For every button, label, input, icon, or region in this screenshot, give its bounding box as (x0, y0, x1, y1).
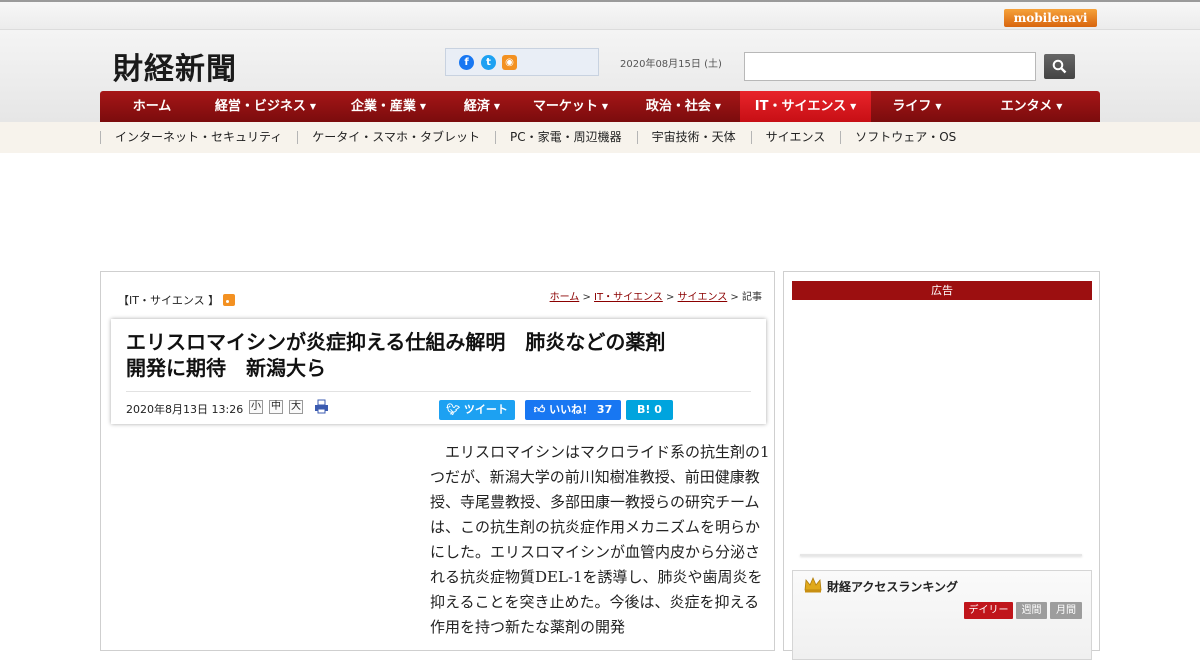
subnav-item-2[interactable]: PC・家電・周辺機器 (494, 122, 637, 153)
font-size-medium-button[interactable]: 中 (269, 400, 283, 414)
breadcrumb-subcategory[interactable]: サイエンス (678, 292, 728, 303)
nav-item-label: 経済 (463, 99, 490, 114)
caret-down-icon: ▼ (714, 102, 722, 111)
nav-item-7[interactable]: ライフ ▼ (871, 91, 963, 122)
article-headline: エリスロマイシンが炎症抑える仕組み解明 肺炎などの薬剤 開発に期待 新潟大ら (126, 329, 756, 381)
access-ranking: 財経アクセスランキング デイリー 週間 月間 (792, 570, 1092, 660)
caret-down-icon: ▼ (935, 102, 942, 111)
rss-icon[interactable] (223, 294, 236, 306)
tweet-label: ツイート (463, 403, 508, 416)
breadcrumb-home[interactable]: ホーム (550, 292, 580, 303)
font-size-small-button[interactable]: 小 (249, 400, 263, 414)
ad-divider (800, 554, 1082, 556)
nav-item-6[interactable]: IT・サイエンス ▼ (740, 91, 871, 122)
like-count: 37 (596, 403, 613, 416)
caret-down-icon: ▼ (309, 102, 317, 111)
headline-line-2: 開発に期待 新潟大ら (126, 356, 326, 380)
nav-item-8[interactable]: エンタメ ▼ (963, 91, 1100, 122)
twitter-icon[interactable]: t (481, 55, 496, 70)
breadcrumb-category[interactable]: IT・サイエンス (594, 292, 663, 303)
headline-line-1: エリスロマイシンが炎症抑える仕組み解明 肺炎などの薬剤 (126, 330, 666, 354)
article-panel: 【IT・サイエンス 】 ホーム > IT・サイエンス > サイエンス > 記事 … (100, 271, 775, 651)
caret-down-icon: ▼ (1056, 102, 1063, 111)
ranking-title: 財経アクセスランキング (827, 580, 959, 594)
subnav-item-0[interactable]: インターネット・セキュリティ (100, 122, 297, 153)
facebook-icon[interactable]: f (459, 55, 474, 70)
ranking-tab-daily[interactable]: デイリー (964, 602, 1013, 619)
hatena-label: B! (637, 403, 651, 416)
nav-item-1[interactable]: 経営・ビジネス ▼ (204, 91, 327, 122)
mobilenavi-logo[interactable]: mobilenavi (1004, 9, 1097, 27)
header-date: 2020年08月15日 (土) (620, 59, 722, 70)
site-logo[interactable]: 財経新聞 (113, 44, 237, 88)
caret-down-icon: ▼ (850, 102, 857, 111)
headline-box: エリスロマイシンが炎症抑える仕組み解明 肺炎などの薬剤 開発に期待 新潟大ら 2… (111, 319, 766, 424)
nav-item-label: 政治・社会 (645, 99, 711, 114)
subnav-item-1[interactable]: ケータイ・スマホ・タブレット (297, 122, 495, 153)
hatena-count: 0 (654, 403, 662, 416)
nav-item-label: ホーム (132, 99, 172, 114)
twitter-icon: 🐦︎ (446, 403, 464, 416)
ranking-tab-weekly[interactable]: 週間 (1016, 602, 1047, 619)
nav-item-label: エンタメ (1000, 99, 1053, 114)
social-links: f t ◉ (445, 48, 599, 76)
subnav-item-4[interactable]: サイエンス (750, 122, 841, 153)
crown-icon (804, 576, 822, 593)
facebook-like-button[interactable]: 👍︎ いいね！ 37 (525, 400, 621, 420)
search-input[interactable] (744, 52, 1036, 81)
nav-item-5[interactable]: 政治・社会 ▼ (627, 91, 740, 122)
nav-item-label: ライフ (892, 99, 932, 114)
nav-item-label: IT・サイエンス (754, 99, 847, 114)
thumbs-up-icon: 👍︎ (533, 403, 550, 416)
nav-item-label: マーケット (532, 99, 598, 114)
search-button[interactable] (1044, 54, 1075, 79)
top-strip: mobilenavi (0, 0, 1200, 30)
nav-item-2[interactable]: 企業・産業 ▼ (327, 91, 450, 122)
hatena-bookmark-button[interactable]: B! 0 (626, 400, 673, 420)
ranking-tab-monthly[interactable]: 月間 (1050, 602, 1082, 619)
breadcrumb-sep: > (579, 292, 595, 303)
breadcrumb-sep: > (662, 292, 678, 303)
caret-down-icon: ▼ (601, 102, 609, 111)
sidebar: 広告 財経アクセスランキング デイリー 週間 月間 (783, 271, 1100, 660)
like-label: いいね！ (549, 403, 594, 416)
article-category: 【IT・サイエンス 】 (118, 292, 236, 308)
nav-item-0[interactable]: ホーム (100, 91, 204, 122)
nav-item-label: 経営・ビジネス (214, 99, 306, 114)
rss-icon[interactable]: ◉ (502, 55, 517, 70)
subnav-item-3[interactable]: 宇宙技術・天体 (636, 122, 751, 153)
caret-down-icon: ▼ (419, 102, 427, 111)
font-size-large-button[interactable]: 大 (289, 400, 303, 414)
breadcrumb: ホーム > IT・サイエンス > サイエンス > 記事 (550, 288, 762, 303)
breadcrumb-sep: > (727, 292, 742, 303)
nav-item-4[interactable]: マーケット ▼ (514, 91, 627, 122)
main-nav: ホーム 経営・ビジネス ▼ 企業・産業 ▼ 経済 ▼ マーケット ▼ 政治・社会 ▼ IT・サイエンス… (100, 91, 1100, 122)
ad-label: 広告 (792, 281, 1092, 300)
article-date: 2020年8月13日 13:26 (126, 403, 244, 416)
category-label: 【IT・サイエンス 】 (118, 294, 220, 307)
tweet-button[interactable]: 🐦︎ ツイート (439, 400, 515, 420)
search-icon (1052, 59, 1067, 74)
breadcrumb-current: 記事 (742, 292, 762, 303)
article-body: エリスロマイシンはマクロライド系の抗生剤の1つだが、新潟大学の前川知樹准教授、前… (430, 443, 770, 636)
sub-nav: インターネット・セキュリティ ケータイ・スマホ・タブレット PC・家電・周辺機器 宇宙… (0, 122, 1200, 153)
headline-divider (126, 391, 751, 392)
print-icon[interactable] (314, 399, 329, 414)
nav-item-3[interactable]: 経済 ▼ (450, 91, 514, 122)
subnav-item-5[interactable]: ソフトウェア・OS (840, 122, 971, 153)
nav-item-label: 企業・産業 (350, 99, 416, 114)
caret-down-icon: ▼ (493, 102, 501, 111)
